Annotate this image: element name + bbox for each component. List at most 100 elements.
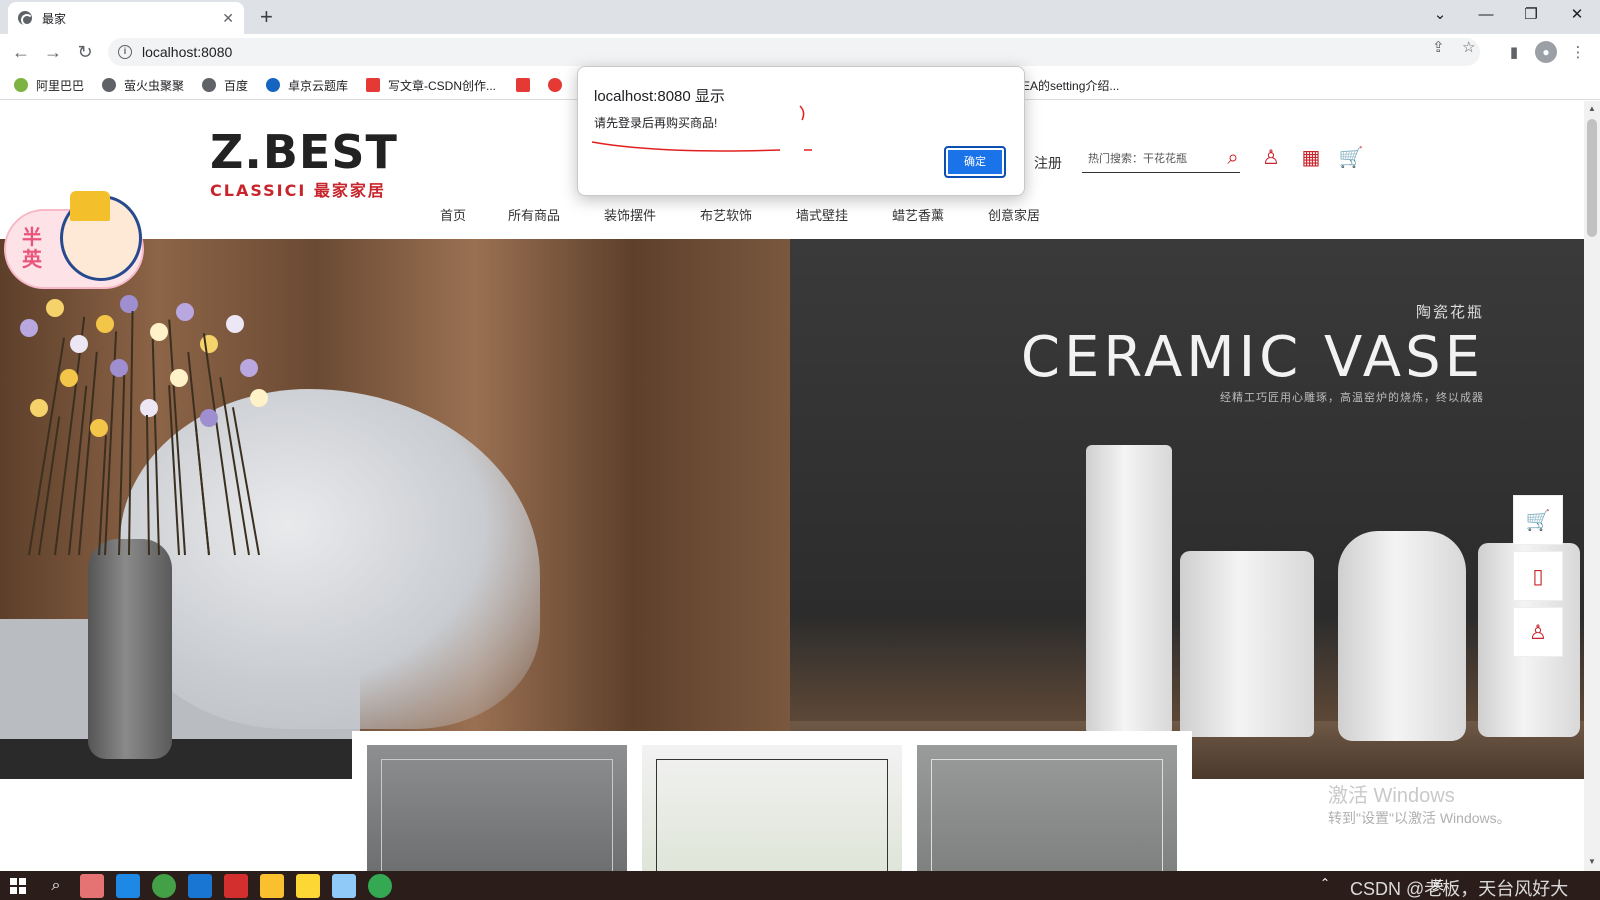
flower-bloom	[176, 303, 194, 321]
intellij-icon[interactable]	[116, 874, 140, 898]
site-logo[interactable]: Z.BEST CLASSICI 最家家居	[210, 129, 398, 201]
reload-icon[interactable]: ↻	[72, 40, 98, 64]
register-link[interactable]: 注册	[1034, 153, 1062, 173]
taskbar-app-icon[interactable]	[80, 874, 104, 898]
search-input[interactable]: 热门搜索：干花花瓶	[1082, 147, 1240, 173]
profile-avatar-icon[interactable]: ●	[1535, 41, 1557, 63]
flower-bloom	[226, 315, 244, 333]
flower-bloom	[20, 319, 38, 337]
promo-card-frame	[381, 759, 613, 871]
taskbar-app-icon[interactable]	[152, 874, 176, 898]
hero-image-right: 陶瓷花瓶 CERAMIC VASE 经精工巧匠用心雕琢，高温窑炉的烧炼，终以成器	[790, 239, 1584, 779]
bookmark-favicon-icon	[14, 78, 28, 92]
floating-toolbar: 🛒 ▯ ♙	[1513, 495, 1563, 661]
back-arrow-icon[interactable]: ←	[8, 40, 34, 64]
bookmark-favicon-icon	[548, 78, 562, 92]
bookmark-item[interactable]: 写文章-CSDN创作...	[366, 75, 496, 95]
bookmark-item[interactable]: IDEA的setting介绍...	[1010, 75, 1119, 95]
promo-card-frame	[931, 759, 1163, 871]
browser-toolbar: ← → ↻ i localhost:8080 ⇪ ☆ ▮ ● ⋮	[0, 34, 1600, 70]
promo-card[interactable]	[642, 745, 902, 871]
promo-card[interactable]	[367, 745, 627, 871]
mascot-text: 半 英	[22, 227, 42, 271]
hero-en-title: CERAMIC VASE	[1020, 325, 1484, 390]
forward-arrow-icon[interactable]: →	[40, 40, 66, 64]
scroll-up-icon[interactable]: ▲	[1588, 104, 1596, 113]
promo-card[interactable]	[917, 745, 1177, 871]
taskbar-app-icon[interactable]	[296, 874, 320, 898]
taskbar-app-icon[interactable]	[188, 874, 212, 898]
screen: 最家 ✕ + ⌄ — ❐ ✕ ← → ↻ i localhost:8080 ⇪ …	[0, 0, 1600, 900]
float-user-icon[interactable]: ♙	[1513, 607, 1563, 657]
dialog-ok-button[interactable]: 确定	[944, 146, 1006, 178]
cart-icon[interactable]: 🛒	[1338, 145, 1364, 171]
file-explorer-icon[interactable]	[260, 874, 284, 898]
white-vase-round	[1338, 531, 1466, 741]
site-info-icon[interactable]: i	[118, 45, 132, 59]
scroll-down-icon[interactable]: ▼	[1588, 857, 1596, 866]
bookmark-item[interactable]: 萤火虫聚聚	[102, 75, 184, 95]
side-panel-icon[interactable]: ▮	[1503, 42, 1525, 64]
scroll-thumb[interactable]	[1587, 119, 1597, 237]
flower-bloom	[96, 315, 114, 333]
close-window-button[interactable]: ✕	[1562, 4, 1592, 26]
tray-chevron-icon[interactable]: ⌃	[1320, 876, 1330, 890]
table-shape	[0, 739, 360, 779]
user-icon[interactable]: ♙	[1258, 145, 1284, 171]
nav-fabrics[interactable]: 布艺软饰	[700, 205, 752, 224]
search-icon[interactable]: ⌕	[44, 874, 68, 898]
chrome-icon[interactable]	[368, 874, 392, 898]
browser-tab[interactable]: 最家 ✕	[8, 2, 244, 34]
nav-decorations[interactable]: 装饰摆件	[604, 205, 656, 224]
float-phone-icon[interactable]: ▯	[1513, 551, 1563, 601]
taskbar-app-icon[interactable]	[224, 874, 248, 898]
flower-bloom	[200, 409, 218, 427]
flower-bloom	[250, 389, 268, 407]
nav-candles[interactable]: 蜡艺香薰	[892, 205, 944, 224]
flower-bloom	[170, 369, 188, 387]
bookmark-item[interactable]: 百度	[202, 75, 248, 95]
web-page: Z.BEST CLASSICI 最家家居 注册 热门搜索：干花花瓶 ⌕ ♙ ▦ …	[0, 101, 1584, 871]
bookmark-item[interactable]: 卓京云题库	[266, 75, 348, 95]
white-vase-tall	[1086, 445, 1172, 735]
address-bar[interactable]: i localhost:8080	[108, 38, 1480, 66]
bookmark-item[interactable]	[516, 75, 538, 95]
tab-strip: 最家 ✕ + ⌄ — ❐ ✕	[0, 0, 1600, 34]
bookmark-item[interactable]	[548, 75, 570, 95]
new-tab-button[interactable]: +	[260, 4, 273, 30]
bookmark-item[interactable]: 阿里巴巴	[14, 75, 84, 95]
windows-start-icon[interactable]	[10, 878, 26, 894]
nav-home[interactable]: 首页	[440, 205, 466, 224]
bookmark-favicon-icon	[266, 78, 280, 92]
share-icon[interactable]: ⇪	[1432, 38, 1445, 56]
nav-creative-home[interactable]: 创意家居	[988, 205, 1040, 224]
close-tab-icon[interactable]: ✕	[222, 10, 234, 27]
hero-banner[interactable]: 陶瓷花瓶 CERAMIC VASE 经精工巧匠用心雕琢，高温窑炉的烧炼，终以成器	[0, 239, 1584, 779]
nav-wall-hangings[interactable]: 墙式壁挂	[796, 205, 848, 224]
float-cart-icon[interactable]: 🛒	[1513, 495, 1563, 545]
watermark-line1: 激活 Windows	[1328, 785, 1455, 807]
url-text: localhost:8080	[142, 44, 233, 60]
menu-kebab-icon[interactable]: ⋮	[1567, 42, 1589, 64]
restore-button[interactable]: ❐	[1516, 4, 1546, 26]
csdn-icon	[516, 78, 530, 92]
csdn-icon	[366, 78, 380, 92]
tab-search-button[interactable]: ⌄	[1425, 4, 1455, 26]
flower-bloom	[60, 369, 78, 387]
dialog-title: localhost:8080 显示	[594, 88, 725, 105]
windows-activation-watermark: 激活 Windows 转到"设置"以激活 Windows。	[1328, 785, 1511, 829]
dialog-message: 请先登录后再购买商品!	[594, 116, 718, 130]
main-nav: 首页 所有商品 装饰摆件 布艺软饰 墙式壁挂 蜡艺香薰 创意家居	[0, 205, 1584, 225]
notepad-icon[interactable]	[332, 874, 356, 898]
bookmark-star-icon[interactable]: ☆	[1462, 38, 1475, 56]
promo-card-frame	[656, 759, 888, 871]
globe-icon	[202, 78, 216, 92]
minimize-button[interactable]: —	[1471, 4, 1501, 26]
alert-dialog: localhost:8080 显示 请先登录后再购买商品! 确定	[577, 66, 1025, 196]
qrcode-icon[interactable]: ▦	[1298, 145, 1324, 171]
nav-all-products[interactable]: 所有商品	[508, 205, 560, 224]
flower-bloom	[70, 335, 88, 353]
logo-subtitle: CLASSICI 最家家居	[210, 181, 386, 200]
search-icon[interactable]: ⌕	[1220, 145, 1246, 171]
page-scrollbar[interactable]: ▲ ▼	[1584, 101, 1600, 871]
